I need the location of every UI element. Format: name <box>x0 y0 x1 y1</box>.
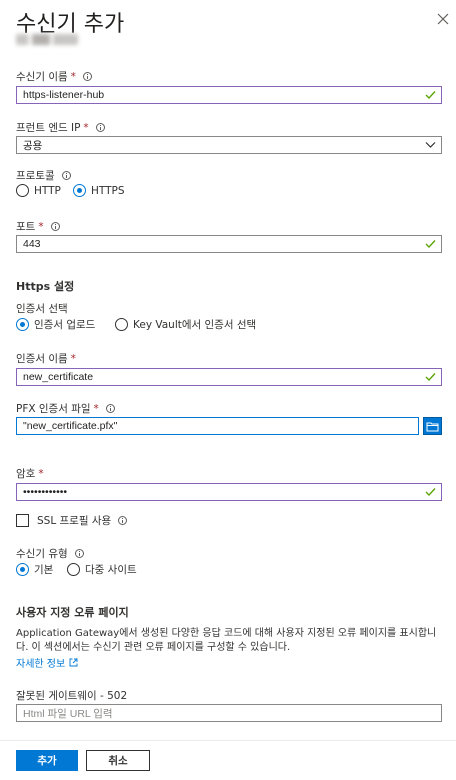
listener-type-label: 수신기 유형 <box>16 546 84 561</box>
cancel-button[interactable]: 취소 <box>86 750 150 771</box>
external-link-icon <box>69 658 78 667</box>
protocol-radio-http[interactable]: HTTP <box>16 184 61 197</box>
radio-button-selected[interactable] <box>16 563 29 576</box>
subscription-subtitle-redacted <box>16 34 78 45</box>
frontend-ip-select[interactable]: 공용 <box>16 136 442 154</box>
cert-name-label: 인증서 이름 * <box>16 352 76 366</box>
checkmark-icon <box>425 240 436 248</box>
password-input[interactable]: •••••••••••• <box>16 483 442 501</box>
checkmark-icon <box>425 488 436 496</box>
info-icon[interactable] <box>105 404 115 413</box>
cert-radio-keyvault[interactable]: Key Vault에서 인증서 선택 <box>115 317 256 332</box>
https-settings-heading: Https 설정 <box>16 280 75 293</box>
protocol-radio-https[interactable]: HTTPS <box>73 184 125 197</box>
info-icon[interactable] <box>61 171 71 180</box>
required-asterisk: * <box>70 70 76 83</box>
radio-button[interactable] <box>67 563 80 576</box>
pfx-label: PFX 인증서 파일 * <box>16 401 115 416</box>
radio-button-selected[interactable] <box>16 318 29 331</box>
add-button[interactable]: 추가 <box>16 750 78 771</box>
bad-gateway-url-input[interactable]: Html 파일 URL 입력 <box>16 704 442 722</box>
ssl-profile-checkbox[interactable] <box>16 514 29 527</box>
radio-button-selected[interactable] <box>73 184 86 197</box>
pfx-file-input[interactable]: "new_certificate.pfx" <box>16 417 419 435</box>
listener-name-label: 수신기 이름 * <box>16 69 92 84</box>
listener-type-radio-multisite[interactable]: 다중 사이트 <box>67 562 137 577</box>
listener-type-radio-basic[interactable]: 기본 <box>16 562 53 577</box>
footer-divider <box>0 740 456 741</box>
password-label: 암호 * <box>16 467 44 481</box>
info-icon[interactable] <box>95 123 105 132</box>
protocol-label: 프로토콜 <box>16 168 71 183</box>
info-icon[interactable] <box>82 72 92 81</box>
info-icon[interactable] <box>74 549 84 558</box>
cert-select-label: 인증서 선택 <box>16 303 68 315</box>
radio-button[interactable] <box>16 184 29 197</box>
custom-error-description: Application Gateway에서 생성된 다양한 응답 코드에 대해 … <box>16 628 437 653</box>
checkmark-icon <box>425 91 436 99</box>
custom-error-heading: 사용자 지정 오류 페이지 <box>16 606 129 619</box>
checkmark-icon <box>425 373 436 381</box>
port-input[interactable]: 443 <box>16 235 442 253</box>
radio-button[interactable] <box>115 318 128 331</box>
folder-icon <box>426 422 439 431</box>
port-label: 포트 * <box>16 219 60 234</box>
chevron-down-icon <box>425 142 436 148</box>
browse-file-button[interactable] <box>423 417 442 435</box>
ssl-profile-checkbox-row[interactable]: SSL 프로필 사용 <box>16 513 128 528</box>
cert-radio-upload[interactable]: 인증서 업로드 <box>16 317 95 332</box>
info-icon[interactable] <box>118 516 128 525</box>
info-icon[interactable] <box>50 222 60 231</box>
listener-name-input[interactable]: https-listener-hub <box>16 86 442 104</box>
close-icon[interactable] <box>436 12 450 26</box>
learn-more-link[interactable]: 자세한 정보 <box>16 655 78 670</box>
frontend-ip-label: 프런트 엔드 IP * <box>16 120 105 135</box>
bad-gateway-label: 잘못된 게이트웨이 - 502 <box>16 690 128 702</box>
cert-name-input[interactable]: new_certificate <box>16 368 442 386</box>
